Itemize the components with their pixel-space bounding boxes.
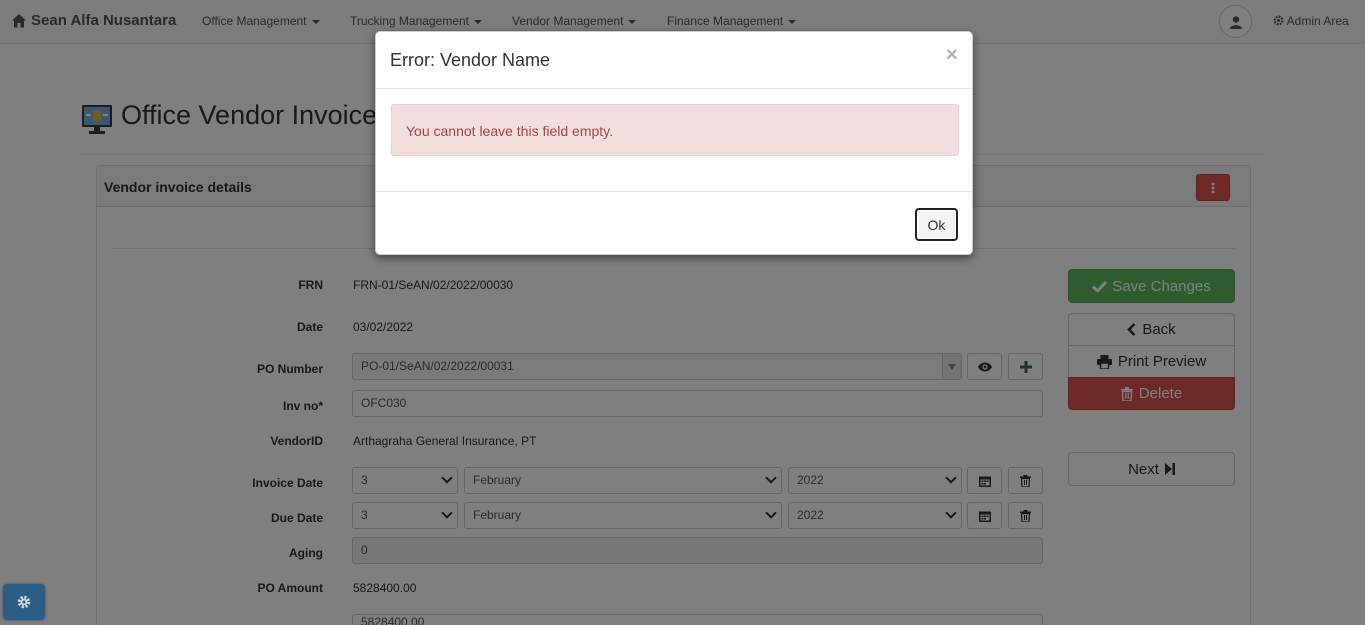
ok-button[interactable]: Ok	[915, 208, 958, 241]
gear-icon	[17, 595, 31, 609]
modal-footer: Ok	[376, 191, 972, 255]
settings-fab-button[interactable]	[3, 584, 45, 620]
error-modal: Error: Vendor Name × You cannot leave th…	[375, 31, 973, 255]
modal-header: Error: Vendor Name ×	[376, 32, 972, 89]
close-icon[interactable]: ×	[946, 45, 958, 65]
error-message: You cannot leave this field empty.	[406, 123, 614, 139]
error-alert: You cannot leave this field empty.	[391, 104, 959, 156]
modal-title: Error: Vendor Name	[390, 50, 551, 70]
